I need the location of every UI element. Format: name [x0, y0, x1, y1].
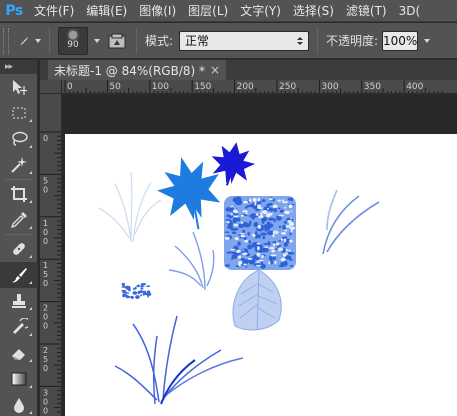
ruler-label: 50	[43, 176, 48, 194]
menu-bar: Ps 文件(F) 编辑(E) 图像(I) 图层(L) 文字(Y) 选择(S) 滤…	[0, 0, 457, 22]
maple-leaf-dark	[211, 142, 256, 186]
stamp-icon	[12, 294, 26, 308]
faint-grass-stroke	[98, 171, 162, 243]
magic-wand-tool[interactable]	[0, 152, 38, 178]
ruler-label: 350	[364, 82, 381, 92]
brush-strokes-artwork	[98, 142, 380, 405]
menu-select[interactable]: 选择(S)	[287, 0, 340, 22]
ruler-label: 200	[237, 82, 254, 92]
mode-label: 模式:	[145, 34, 174, 48]
document-title: 未标题-1 @ 84%(RGB/8) *	[54, 63, 205, 78]
divider	[136, 27, 137, 54]
bandage-icon	[13, 243, 25, 255]
brush-size-value: 90	[67, 40, 79, 50]
eyedropper-icon	[10, 212, 27, 229]
brush-panel-icon	[108, 33, 126, 48]
tall-grass-stroke	[114, 315, 244, 405]
brush-tip-icon	[69, 31, 77, 39]
options-bar: 90 模式: 正常 不透明度: 100%	[0, 23, 457, 59]
divider	[317, 27, 319, 54]
ruler-label: 0	[43, 134, 48, 143]
updown-arrows-icon	[297, 36, 304, 45]
eraser-tool[interactable]	[0, 340, 38, 366]
chevron-down-icon	[94, 38, 100, 43]
marquee-tool[interactable]	[0, 100, 38, 126]
brush-tool[interactable]	[0, 262, 38, 288]
ruler-label: 50	[109, 82, 121, 92]
move-tool[interactable]	[0, 74, 38, 100]
menu-image[interactable]: 图像(I)	[133, 0, 182, 22]
close-icon[interactable]: ×	[210, 63, 220, 77]
document-tab[interactable]: 未标题-1 @ 84%(RGB/8) * ×	[48, 60, 226, 80]
ruler-label: 100	[152, 82, 169, 92]
ruler-label: 150	[194, 82, 211, 92]
brush-icon	[12, 268, 27, 283]
lasso-tool[interactable]	[0, 126, 38, 152]
healing-brush-tool[interactable]	[0, 236, 38, 262]
brush-icon	[20, 37, 28, 45]
tools-panel: ▸▸	[0, 60, 38, 416]
ruler-label: 100	[43, 219, 48, 246]
brush-size-preview[interactable]: 90	[58, 26, 88, 55]
history-brush-icon	[13, 318, 28, 334]
eyedropper-tool[interactable]	[0, 207, 38, 233]
chevron-down-icon	[35, 38, 41, 43]
opacity-input[interactable]: 100%	[382, 30, 419, 51]
horizontal-ruler-ticks: 0 50 100 150 200 250 300 350 400	[64, 80, 443, 93]
menu-layer[interactable]: 图层(L)	[182, 0, 234, 22]
menu-filter[interactable]: 滤镜(T)	[340, 0, 393, 22]
brush-preset-picker[interactable]: 90	[58, 26, 100, 55]
ruler-label: 300	[321, 82, 338, 92]
crop-tool[interactable]	[0, 181, 38, 207]
options-grip[interactable]	[3, 27, 9, 54]
move-icon	[13, 80, 27, 95]
rect-marquee-icon	[12, 107, 26, 119]
gradient-icon	[11, 372, 27, 386]
ruler-label: 250	[43, 346, 48, 373]
grass-right-stroke	[322, 189, 380, 255]
ruler-label: 150	[43, 261, 48, 288]
texture-patch-small	[121, 282, 152, 300]
eraser-icon	[12, 349, 25, 360]
document-canvas[interactable]	[65, 134, 457, 416]
menu-file[interactable]: 文件(F)	[28, 0, 80, 22]
ruler-label: 0	[67, 82, 73, 92]
canvas-workspace[interactable]	[63, 95, 457, 416]
lasso-icon	[12, 131, 28, 146]
ruler-label: 300	[43, 388, 48, 415]
leaf-skeleton-stroke	[232, 269, 282, 331]
blend-mode-value: 正常	[185, 34, 210, 48]
ruler-label: 200	[43, 304, 48, 331]
menu-3d[interactable]: 3D(	[393, 0, 427, 22]
gradient-tool[interactable]	[0, 366, 38, 392]
tool-preset-picker[interactable]	[19, 30, 41, 52]
photoshop-logo: Ps	[5, 2, 23, 19]
blur-tool[interactable]	[0, 392, 38, 416]
tools-panel-collapse[interactable]: ▸▸	[0, 60, 37, 74]
vertical-ruler[interactable]: 0 50 100 150 200 250 300	[40, 94, 62, 416]
document-tab-bar: 未标题-1 @ 84%(RGB/8) * ×	[40, 60, 457, 80]
chevron-down-icon[interactable]	[424, 38, 431, 43]
horizontal-ruler[interactable]: 0 50 100 150 200 250 300 350 400	[62, 80, 457, 94]
ruler-origin[interactable]	[40, 80, 62, 94]
history-brush-tool[interactable]	[0, 314, 38, 340]
menu-type[interactable]: 文字(Y)	[234, 0, 287, 22]
clone-stamp-tool[interactable]	[0, 288, 38, 314]
ruler-label: 250	[279, 82, 296, 92]
brush-panel-toggle[interactable]	[106, 30, 128, 52]
magic-wand-icon	[11, 157, 27, 173]
grass-center-stroke	[168, 231, 215, 291]
blur-drop-icon	[14, 398, 24, 413]
ruler-label: 400	[406, 82, 423, 92]
crop-icon	[11, 186, 27, 202]
blend-mode-select[interactable]: 正常	[179, 30, 310, 51]
divider	[49, 27, 50, 54]
texture-brush-square	[224, 196, 296, 270]
opacity-label: 不透明度:	[326, 34, 379, 48]
menu-edit[interactable]: 编辑(E)	[80, 0, 133, 22]
vertical-ruler-ticks: 0 5 0 1 0 0 1 5 0 2 0 0 2 5 0 3 0 0	[40, 131, 61, 415]
